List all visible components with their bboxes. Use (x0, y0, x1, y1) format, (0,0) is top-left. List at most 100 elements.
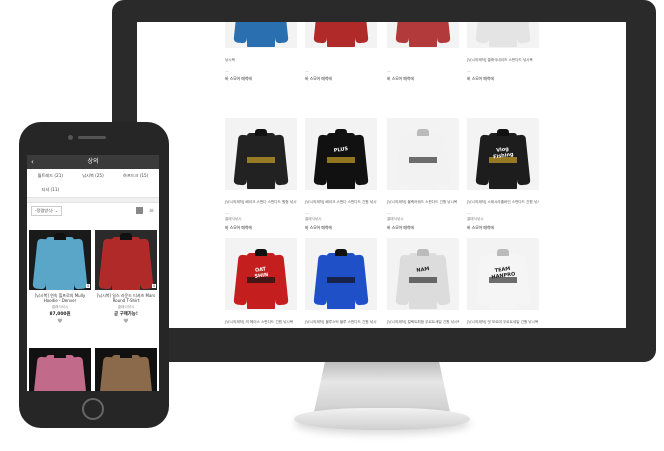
product-card[interactable]: TEAM NAPO --- 바 스모어 매척에 (305, 22, 377, 82)
wishlist-icon[interactable]: ♥ (29, 318, 91, 325)
product-image[interactable]: TACKLE (467, 22, 539, 48)
jersey-illustration (32, 231, 88, 290)
product-card[interactable]: Vlog Fishing [낚시의제작] 스태시라홀바인 스판다드 긴원 낚시복… (467, 118, 539, 231)
product-image[interactable] (95, 348, 157, 391)
product-card[interactable]: OAT SHIN [낚시의제작] 의 헤이스 스판다드 긴원 낚시복 (225, 238, 297, 328)
list-view-icon[interactable]: ≡ (149, 207, 154, 214)
product-image[interactable] (225, 118, 297, 190)
home-button[interactable] (82, 398, 104, 420)
product-name[interactable] (387, 58, 459, 68)
phone-screen: ‹ 상의 월트레드 (21) 낚시복 (25) 하프드크 (15) 티셔 (11… (27, 155, 159, 391)
product-name[interactable]: [낚시의제작] 컬렉트퍼씀 우르트세일 긴원 낚시복 (387, 320, 459, 328)
product-name[interactable]: [낚시복] 연속 힐프로의 Mully Hoodie - Denver (29, 293, 91, 304)
product-tag: 바 스모어 매척에 (467, 76, 494, 81)
mobile-product-card[interactable] (29, 348, 91, 391)
product-divider: --- (467, 69, 471, 73)
jersey-illustration: SOUL (233, 22, 289, 47)
jersey-illustration (233, 127, 289, 189)
product-name[interactable]: [낚시의제작] 스태시라홀바인 스판다드 긴원 낚시복 (467, 200, 539, 210)
jersey-illustration: TEAM NAPO (313, 22, 369, 47)
category-tab[interactable]: 하프드크 (15) (114, 173, 157, 179)
product-card[interactable]: SOUL 낚시복 --- 바 스모어 매척에 (225, 22, 297, 82)
product-name[interactable]: [낚시의제작] 베이크 스판다 스판다드 원형 낚시복 (225, 200, 297, 210)
product-image[interactable]: SOUL (225, 22, 297, 48)
product-card[interactable]: TACKLE [낚시의제작] 클래식네이즈 스판다드 낚시복 --- 바 스모어… (467, 22, 539, 82)
product-image[interactable] (29, 348, 91, 391)
category-tab[interactable]: 티셔 (11) (29, 187, 72, 193)
grid-view-icon[interactable] (136, 207, 143, 214)
phone-speaker (78, 136, 106, 139)
jersey-illustration: Vlog Fishing (475, 127, 531, 189)
page-title: 상의 (87, 158, 99, 165)
product-brand: 클래식낚시 (467, 217, 484, 221)
product-brand: 클래식낚시 (387, 217, 404, 221)
product-brand: 클래식낚시 (305, 217, 322, 221)
product-image[interactable] (387, 22, 459, 48)
monitor-base (294, 408, 470, 430)
sort-select[interactable]: -정렬방식- ⌄ (31, 206, 63, 216)
sort-label: -정렬방식- (35, 208, 54, 213)
mobile-product-card[interactable]: 4 [낚시복] 연속 힐프로의 Mully Hoodie - Denver 클래… (29, 230, 91, 325)
product-image[interactable] (387, 118, 459, 190)
jersey-illustration: PLUS (313, 127, 369, 189)
list-toolbar: -정렬방식- ⌄ ≡ (27, 203, 159, 219)
product-name[interactable]: [낚시복] 일스 라운드 티셔츠 Mars Round T-Shirt (95, 293, 157, 304)
product-card[interactable]: --- 바 스모어 매척에 (387, 22, 459, 82)
product-name[interactable]: [낚시의제작] 블랙어워드 스판다드 긴원 낚시복 (387, 200, 459, 210)
product-divider: --- (387, 69, 391, 73)
page-header: ‹ 상의 (27, 155, 159, 169)
product-card[interactable]: PLUS [낚시의제작] 베이크 스판다 스판다드 긴원 낚시복 --- 클래식… (305, 118, 377, 231)
product-image[interactable]: TEAM NAPO (305, 22, 377, 48)
product-name[interactable]: [낚시의제작] 블루스틱 블루 스판다드 긴원 낚시복 (305, 320, 377, 328)
photo-count: 4 (85, 284, 90, 288)
product-card[interactable]: [낚시의제작] 베이크 스판다 스판다드 원형 낚시복 --- 클래식낚시 바 … (225, 118, 297, 231)
product-card[interactable]: TEAM HANPRO [낚시의제작] 빗 모르데 우르트세일 긴원 낚시복 (467, 238, 539, 328)
product-price: 곧 구매가능! (114, 311, 138, 317)
product-name[interactable]: [낚시의제작] 의 헤이스 스판다드 긴원 낚시복 (225, 320, 297, 328)
product-name[interactable]: [낚시의제작] 빗 모르데 우르트세일 긴원 낚시복 (467, 320, 539, 328)
product-divider: --- (305, 69, 309, 73)
jersey-illustration (32, 349, 88, 391)
phone-product-grid: 4 [낚시복] 연속 힐프로의 Mully Hoodie - Denver 클래… (27, 230, 159, 391)
product-image[interactable]: OAT SHIN (225, 238, 297, 310)
product-tag: 바 스모어 매척에 (467, 225, 494, 230)
product-image[interactable]: 4 (95, 230, 157, 290)
product-name[interactable]: [낚시의제작] 베이크 스판다 스판다드 긴원 낚시복 (305, 200, 377, 210)
product-name[interactable]: 낚시복 (225, 58, 297, 68)
product-price: 87,000원 (49, 311, 71, 317)
jersey-illustration: OAT SHIN (233, 247, 289, 309)
product-image[interactable]: Vlog Fishing (467, 118, 539, 190)
product-divider: --- (387, 211, 391, 215)
mobile-product-card[interactable]: 4 [낚시복] 일스 라운드 티셔츠 Mars Round T-Shirt 클래… (95, 230, 157, 325)
product-card[interactable]: NAM [낚시의제작] 컬렉트퍼씀 우르트세일 긴원 낚시복 (387, 238, 459, 328)
jersey-illustration (395, 22, 451, 47)
product-brand: 클래식낚시 (51, 304, 69, 309)
product-divider: --- (225, 211, 229, 215)
product-divider: --- (225, 69, 229, 73)
product-image[interactable]: NAM (387, 238, 459, 310)
product-tag: 바 스모어 매척에 (225, 76, 252, 81)
category-tab[interactable]: 월트레드 (21) (29, 173, 72, 179)
product-tag: 바 스모어 매척에 (387, 225, 414, 230)
product-name[interactable]: [낚시의제작] 클래식네이즈 스판다드 낚시복 (467, 58, 539, 68)
wishlist-icon[interactable]: ♥ (95, 318, 157, 325)
product-tag: 바 스모어 매척에 (305, 225, 332, 230)
product-image[interactable] (305, 238, 377, 310)
product-image[interactable]: PLUS (305, 118, 377, 190)
product-name[interactable] (305, 58, 377, 68)
product-image[interactable]: TEAM HANPRO (467, 238, 539, 310)
product-image[interactable]: 4 (29, 230, 91, 290)
jersey-illustration (395, 127, 451, 189)
product-card[interactable]: [낚시의제작] 블랙어워드 스판다드 긴원 낚시복 --- 클래식낚시 바 스모… (387, 118, 459, 231)
mobile-product-card[interactable] (95, 348, 157, 391)
category-tab[interactable]: 낚시복 (25) (72, 173, 115, 179)
back-icon[interactable]: ‹ (31, 155, 34, 169)
product-tag: 바 스모어 매척에 (387, 76, 414, 81)
photo-count: 4 (151, 284, 156, 288)
product-card[interactable]: [낚시의제작] 블루스틱 블루 스판다드 긴원 낚시복 (305, 238, 377, 328)
desktop-screen: SOUL 낚시복 --- 바 스모어 매척에 TEAM NAPO --- (137, 22, 626, 328)
product-brand: 클래식낚시 (117, 304, 135, 309)
product-brand: 클래식낚시 (225, 217, 242, 221)
jersey-illustration: NAM (395, 247, 451, 309)
jersey-illustration: TEAM HANPRO (475, 247, 531, 309)
